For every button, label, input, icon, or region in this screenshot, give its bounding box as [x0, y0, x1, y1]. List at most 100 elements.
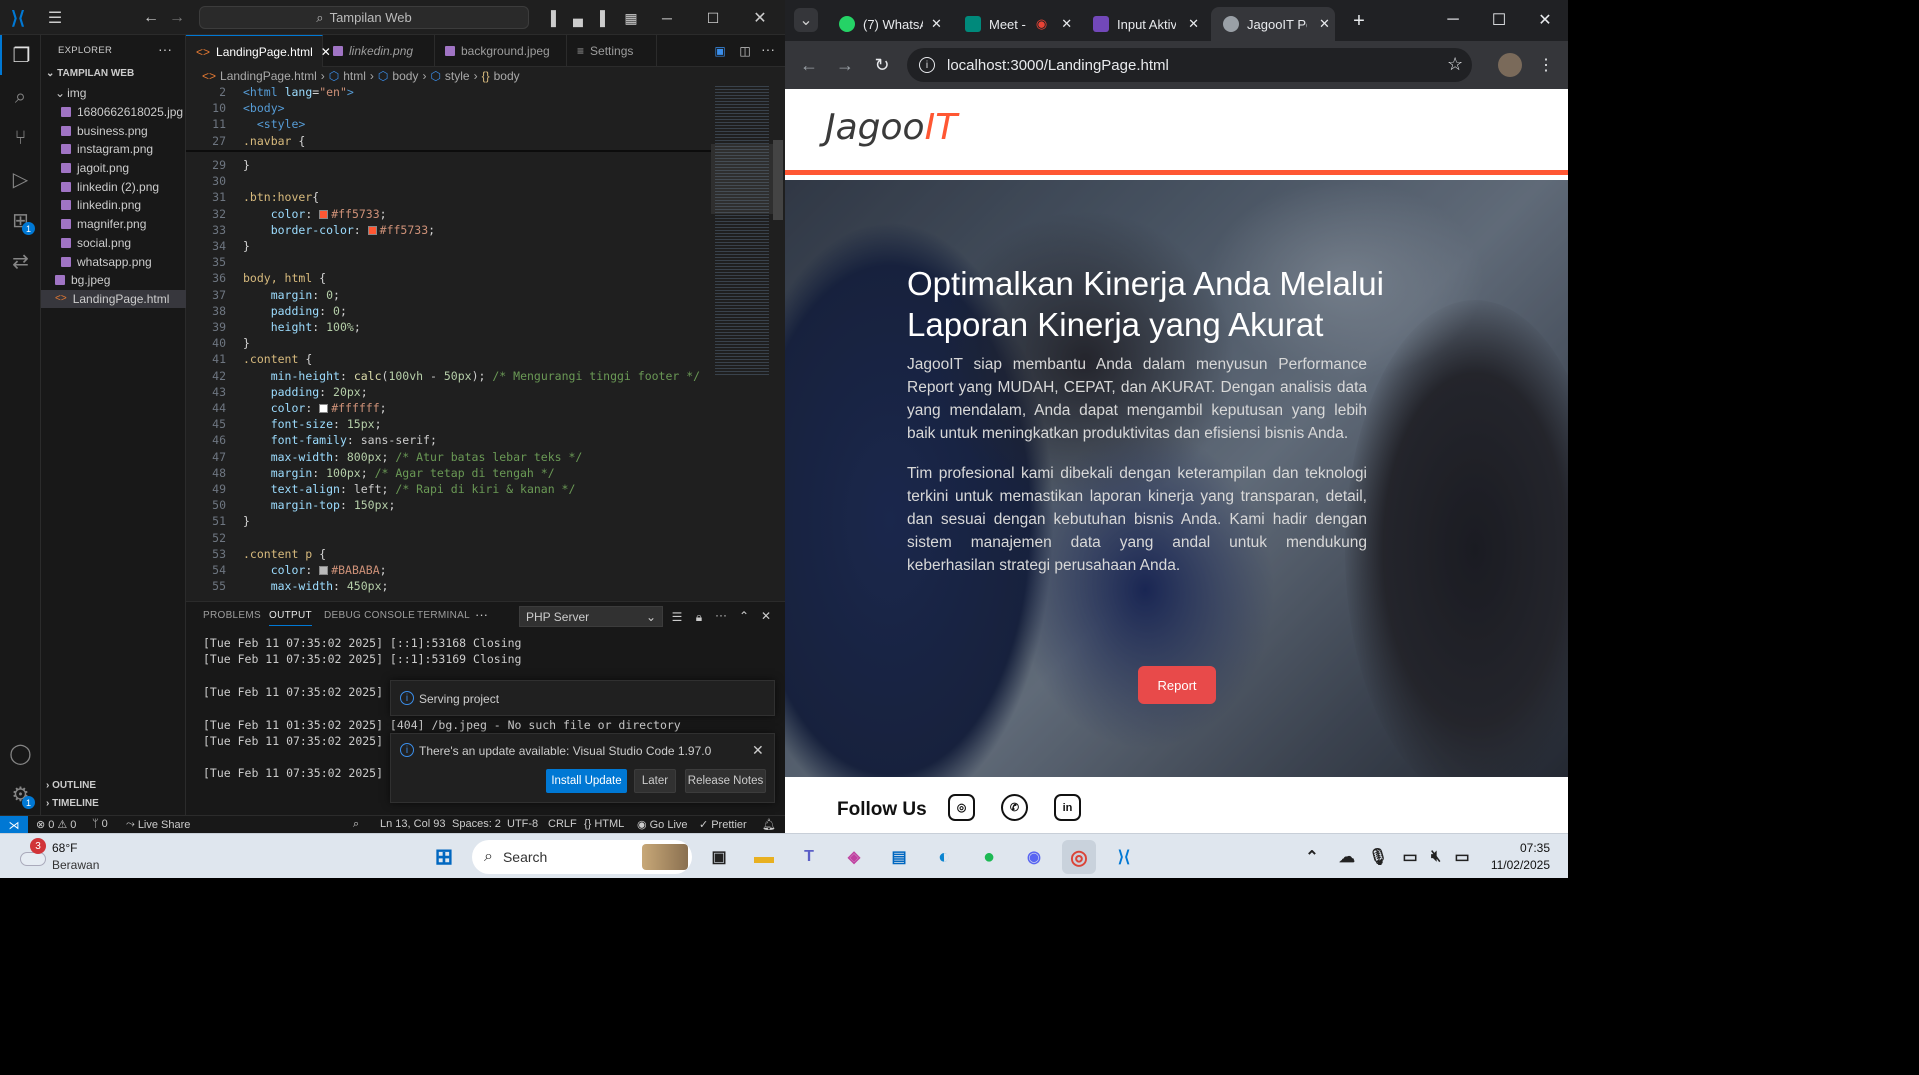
output-channel-select[interactable]: PHP Server ⌄ — [519, 606, 663, 627]
task-view-icon[interactable]: ▣ — [702, 840, 736, 874]
file-tree-item[interactable]: linkedin (2).png — [41, 178, 186, 197]
code-line[interactable]: 34} — [186, 239, 711, 255]
sticky-scroll-line[interactable]: 10 <body> — [186, 101, 711, 118]
close-panel-icon[interactable]: ✕ — [758, 608, 774, 624]
command-center[interactable]: ⌕ Tampilan Web — [199, 6, 529, 29]
chrome-tab-jagooit[interactable]: JagooIT Pe ✕ — [1211, 7, 1335, 41]
maximize-icon[interactable]: ☐ — [703, 8, 723, 28]
panel-more-icon[interactable]: ··· — [475, 607, 488, 622]
breadcrumb-item[interactable]: style — [445, 69, 470, 83]
minimize-icon[interactable]: ─ — [1443, 10, 1463, 30]
battery-icon[interactable]: ▭ — [1450, 840, 1474, 874]
report-button[interactable]: Report — [1138, 666, 1216, 704]
network-status-icon[interactable]: ☁ — [1333, 840, 1361, 874]
new-tab-icon[interactable]: + — [1348, 10, 1370, 32]
edge-icon[interactable]: ◐ — [927, 840, 961, 874]
code-line[interactable]: 51} — [186, 514, 711, 530]
discord-icon[interactable]: ◉ — [1017, 840, 1051, 874]
back-icon[interactable]: ← — [142, 8, 160, 28]
clear-output-icon[interactable]: ☰ — [669, 609, 685, 625]
ports-status[interactable]: ᛘ0 — [92, 818, 108, 830]
file-tree-item[interactable]: 1680662618025.jpg — [41, 103, 186, 122]
chrome-menu-icon[interactable]: ⋮ — [1537, 53, 1555, 77]
code-line[interactable]: 32 color: #ff5733; — [186, 207, 711, 223]
close-icon[interactable]: ✕ — [750, 8, 770, 28]
accounts-icon[interactable]: ◯ — [0, 733, 41, 773]
toggle-panel-icon[interactable]: ▄ — [569, 9, 587, 27]
outline-section[interactable]: › OUTLINE — [46, 780, 96, 791]
vscode-taskbar-icon[interactable]: ⟩⟨ — [1107, 840, 1141, 874]
code-line[interactable]: 31 .btn:hover{ — [186, 190, 711, 206]
toggle-secondary-sidebar-icon[interactable]: ▌ — [596, 9, 614, 27]
whatsapp-icon[interactable]: ✆ — [1001, 794, 1028, 821]
code-line[interactable]: 47 max-width: 800px; /* Atur batas lebar… — [186, 450, 711, 466]
start-icon[interactable]: ⊞ — [427, 840, 461, 874]
file-tree-item[interactable]: ⌄ img — [41, 84, 186, 103]
code-line[interactable]: 50 margin-top: 150px; — [186, 498, 711, 514]
sticky-scroll-line[interactable]: 27 .navbar { — [186, 133, 711, 150]
site-info-icon[interactable]: i — [919, 57, 935, 73]
breadcrumb-item[interactable]: LandingPage.html — [220, 69, 317, 83]
volume-muted-icon[interactable]: 🔇︎ — [1424, 840, 1448, 874]
code-line[interactable]: 46 font-family: sans-serif; — [186, 433, 711, 449]
forward-icon[interactable]: → — [833, 53, 857, 77]
extensions-icon[interactable]: ⊞ 1 — [0, 200, 41, 240]
microphone-icon[interactable]: 🎙︎ — [1366, 840, 1390, 874]
code-line[interactable]: 39 height: 100%; — [186, 320, 711, 336]
chrome-tab-whatsapp[interactable]: (7) WhatsApp ✕ — [827, 7, 945, 41]
code-line[interactable]: 42 min-height: calc(100vh - 50px); /* Me… — [186, 369, 711, 385]
line-ending[interactable]: CRLF — [548, 818, 577, 830]
tab-linkedin[interactable]: linkedin.png — [323, 35, 435, 67]
code-line[interactable]: 38 padding: 0; — [186, 304, 711, 320]
close-tab-icon[interactable]: ✕ — [1188, 16, 1199, 32]
problems-status[interactable]: ⊗ 0 ⚠ 0 — [36, 818, 76, 832]
code-editor[interactable]: 2 <html lang="en"> 10 <body> 11 <style> 27 .na… — [186, 84, 711, 600]
spotify-icon[interactable]: ● — [972, 840, 1006, 874]
code-line[interactable]: 44 color: #ffffff; — [186, 401, 711, 417]
code-line[interactable]: 41 .content { — [186, 352, 711, 368]
tab-problems[interactable]: PROBLEMS — [203, 610, 261, 621]
editor-more-icon[interactable]: ··· — [760, 41, 776, 57]
toggle-sidebar-icon[interactable]: ▐ — [542, 9, 560, 27]
chrome-taskbar-icon[interactable]: ◎ — [1062, 840, 1096, 874]
tab-terminal[interactable]: TERMINAL — [417, 610, 470, 621]
code-line[interactable]: 52 — [186, 531, 711, 547]
file-tree-item[interactable]: magnifer.png — [41, 215, 186, 234]
panel-actions-icon[interactable]: ··· — [713, 607, 729, 623]
notifications-bell-icon[interactable]: 🔔︎ — [762, 818, 776, 831]
indentation[interactable]: Spaces: 2 — [452, 818, 501, 830]
code-line[interactable]: 40} — [186, 336, 711, 352]
minimap[interactable] — [711, 84, 773, 600]
sticky-scroll-line[interactable]: 2 <html lang="en"> — [186, 85, 711, 102]
code-line[interactable]: 37 margin: 0; — [186, 288, 711, 304]
weather-widget[interactable]: 3 — [18, 838, 48, 870]
breadcrumb-item[interactable]: body — [392, 69, 418, 83]
settings-gear-icon[interactable]: ⚙ 1 — [0, 774, 41, 814]
encoding[interactable]: UTF-8 — [507, 818, 538, 830]
go-live-status[interactable]: ◉ Go Live — [637, 818, 688, 832]
file-tree-item[interactable]: whatsapp.png — [41, 252, 186, 271]
code-line[interactable]: 53 .content p { — [186, 547, 711, 563]
language-mode[interactable]: {} HTML — [584, 818, 624, 830]
instagram-icon[interactable]: ◎ — [948, 794, 975, 821]
install-update-button[interactable]: Install Update — [546, 769, 627, 793]
tab-settings[interactable]: ≡ Settings — [567, 35, 657, 67]
cursor-position[interactable]: Ln 13, Col 93 — [380, 818, 445, 830]
close-tab-icon[interactable]: ✕ — [1319, 16, 1330, 32]
editor-scrollbar[interactable] — [773, 140, 783, 220]
site-logo[interactable]: JagooIT — [825, 107, 957, 148]
run-debug-icon[interactable]: ▷ — [0, 159, 41, 199]
prettier-status[interactable]: ✓ Prettier — [699, 818, 747, 832]
tab-debug-console[interactable]: DEBUG CONSOLE — [324, 610, 415, 621]
file-tree-item[interactable]: <> LandingPage.html — [41, 289, 186, 309]
more-actions-icon[interactable]: ··· — [158, 41, 172, 57]
file-tree-item[interactable]: bg.jpeg — [41, 271, 186, 290]
file-tree-item[interactable]: social.png — [41, 234, 186, 253]
chrome-tab-input[interactable]: Input Aktiv ✕ — [1081, 7, 1199, 41]
timeline-section[interactable]: › TIMELINE — [46, 798, 99, 809]
sticky-scroll-line[interactable]: 11 <style> — [186, 117, 711, 134]
code-line[interactable]: 45 font-size: 15px; — [186, 417, 711, 433]
teams-icon[interactable]: T — [792, 840, 826, 874]
minimize-icon[interactable]: ─ — [657, 8, 677, 28]
chrome-tab-meet[interactable]: Meet - ◉ ✕ — [953, 7, 1071, 41]
